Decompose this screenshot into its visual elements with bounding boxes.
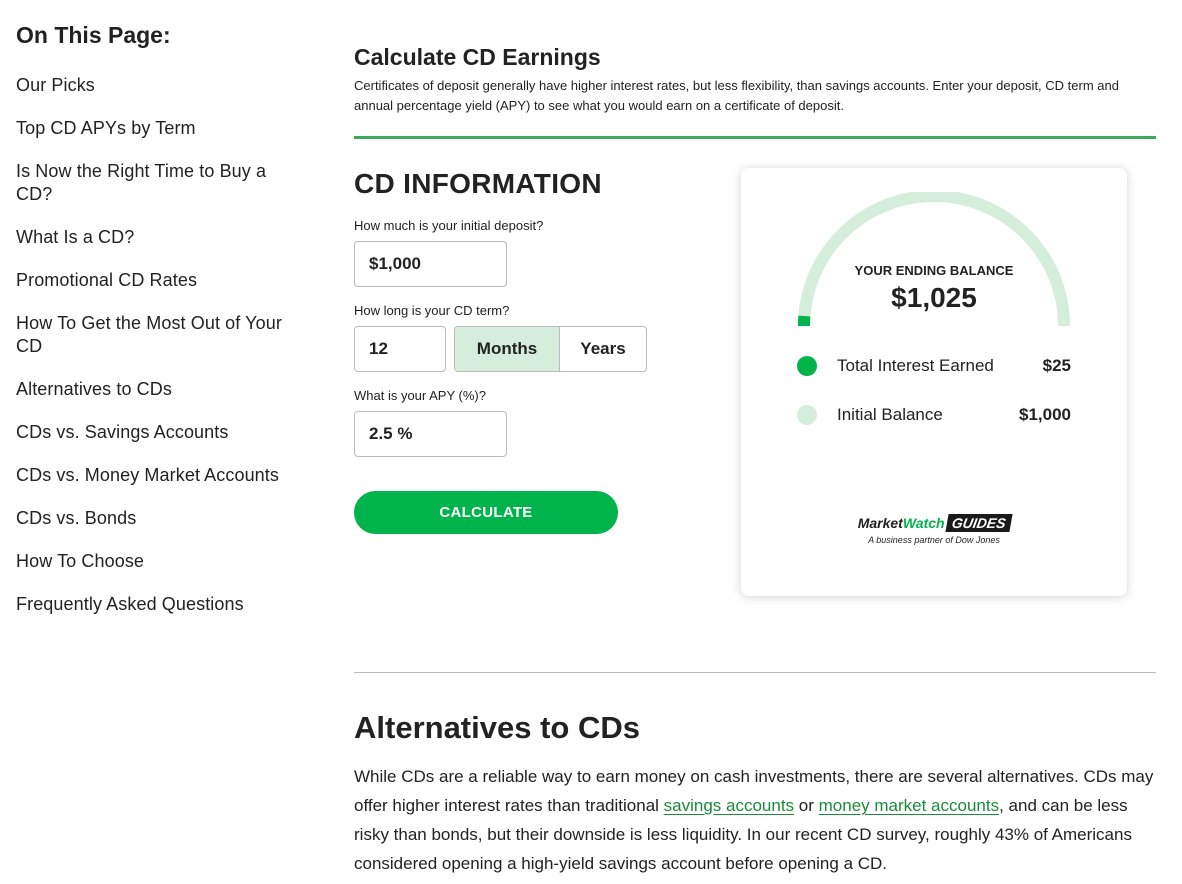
toc-item-promotional-rates[interactable]: Promotional CD Rates	[16, 269, 296, 292]
months-toggle-button[interactable]: Months	[455, 327, 560, 371]
calculate-button[interactable]: CALCULATE	[354, 491, 618, 534]
apy-label: What is your APY (%)?	[354, 388, 486, 403]
term-input[interactable]: 12	[354, 326, 446, 372]
toc-list: Our Picks Top CD APYs by Term Is Now the…	[16, 74, 296, 616]
term-unit-toggle: Months Years	[454, 326, 647, 372]
term-row: 12 Months Years	[354, 326, 714, 372]
deposit-input[interactable]: $1,000	[354, 241, 507, 287]
toc-item-faq[interactable]: Frequently Asked Questions	[16, 593, 296, 616]
toc-item-what-is-cd[interactable]: What Is a CD?	[16, 226, 296, 249]
toc-item-vs-savings[interactable]: CDs vs. Savings Accounts	[16, 421, 296, 444]
toc-item-most-out-of-cd[interactable]: How To Get the Most Out of Your CD	[16, 312, 296, 358]
ending-balance-label: YOUR ENDING BALANCE	[854, 263, 1014, 278]
money-market-accounts-link[interactable]: money market accounts	[819, 796, 999, 815]
calculator-title: Calculate CD Earnings	[354, 44, 601, 70]
table-of-contents: On This Page: Our Picks Top CD APYs by T…	[16, 18, 296, 636]
toc-item-our-picks[interactable]: Our Picks	[16, 74, 296, 97]
cd-information-form: CD INFORMATION How much is your initial …	[354, 166, 714, 534]
toc-heading: On This Page:	[16, 22, 171, 48]
form-heading: CD INFORMATION	[354, 168, 602, 199]
ending-balance-value: $1,025	[891, 282, 977, 313]
calculator-divider	[354, 136, 1156, 139]
section-divider	[354, 672, 1156, 673]
apy-input[interactable]: 2.5 %	[354, 411, 507, 457]
interest-label: Total Interest Earned	[837, 356, 994, 375]
years-toggle-button[interactable]: Years	[560, 327, 646, 371]
legend-interest-row: Total Interest Earned $25	[797, 356, 1071, 376]
term-label: How long is your CD term?	[354, 303, 510, 318]
deposit-label: How much is your initial deposit?	[354, 218, 544, 233]
initial-balance-dot-icon	[797, 405, 817, 425]
article-paragraph: While CDs are a reliable way to earn mon…	[354, 767, 1154, 873]
main-content: Calculate CD Earnings Certificates of de…	[354, 40, 1156, 873]
initial-balance-label: Initial Balance	[837, 405, 943, 424]
interest-value: $25	[1042, 356, 1071, 375]
article-heading: Alternatives to CDs	[354, 710, 640, 745]
toc-item-right-time[interactable]: Is Now the Right Time to Buy a CD?	[16, 160, 296, 206]
toc-item-how-to-choose[interactable]: How To Choose	[16, 550, 296, 573]
marketwatch-guides-logo: Market Watch GUIDES A business partner of …	[741, 514, 1127, 545]
interest-dot-icon	[797, 356, 817, 376]
logo-wordmark: Market Watch GUIDES	[858, 514, 1012, 532]
toc-item-alternatives[interactable]: Alternatives to CDs	[16, 378, 296, 401]
result-card: YOUR ENDING BALANCE $1,025 Total Interes…	[741, 168, 1127, 596]
calculator-description: Certificates of deposit generally have h…	[354, 78, 1119, 113]
savings-accounts-link[interactable]: savings accounts	[664, 796, 794, 815]
logo-tagline: A business partner of Dow Jones	[868, 535, 1000, 545]
initial-balance-value: $1,000	[1019, 405, 1071, 424]
legend-initial-row: Initial Balance $1,000	[797, 405, 1071, 425]
toc-item-vs-bonds[interactable]: CDs vs. Bonds	[16, 507, 296, 530]
toc-item-top-cd-apys[interactable]: Top CD APYs by Term	[16, 117, 296, 140]
toc-item-vs-money-market[interactable]: CDs vs. Money Market Accounts	[16, 464, 296, 487]
